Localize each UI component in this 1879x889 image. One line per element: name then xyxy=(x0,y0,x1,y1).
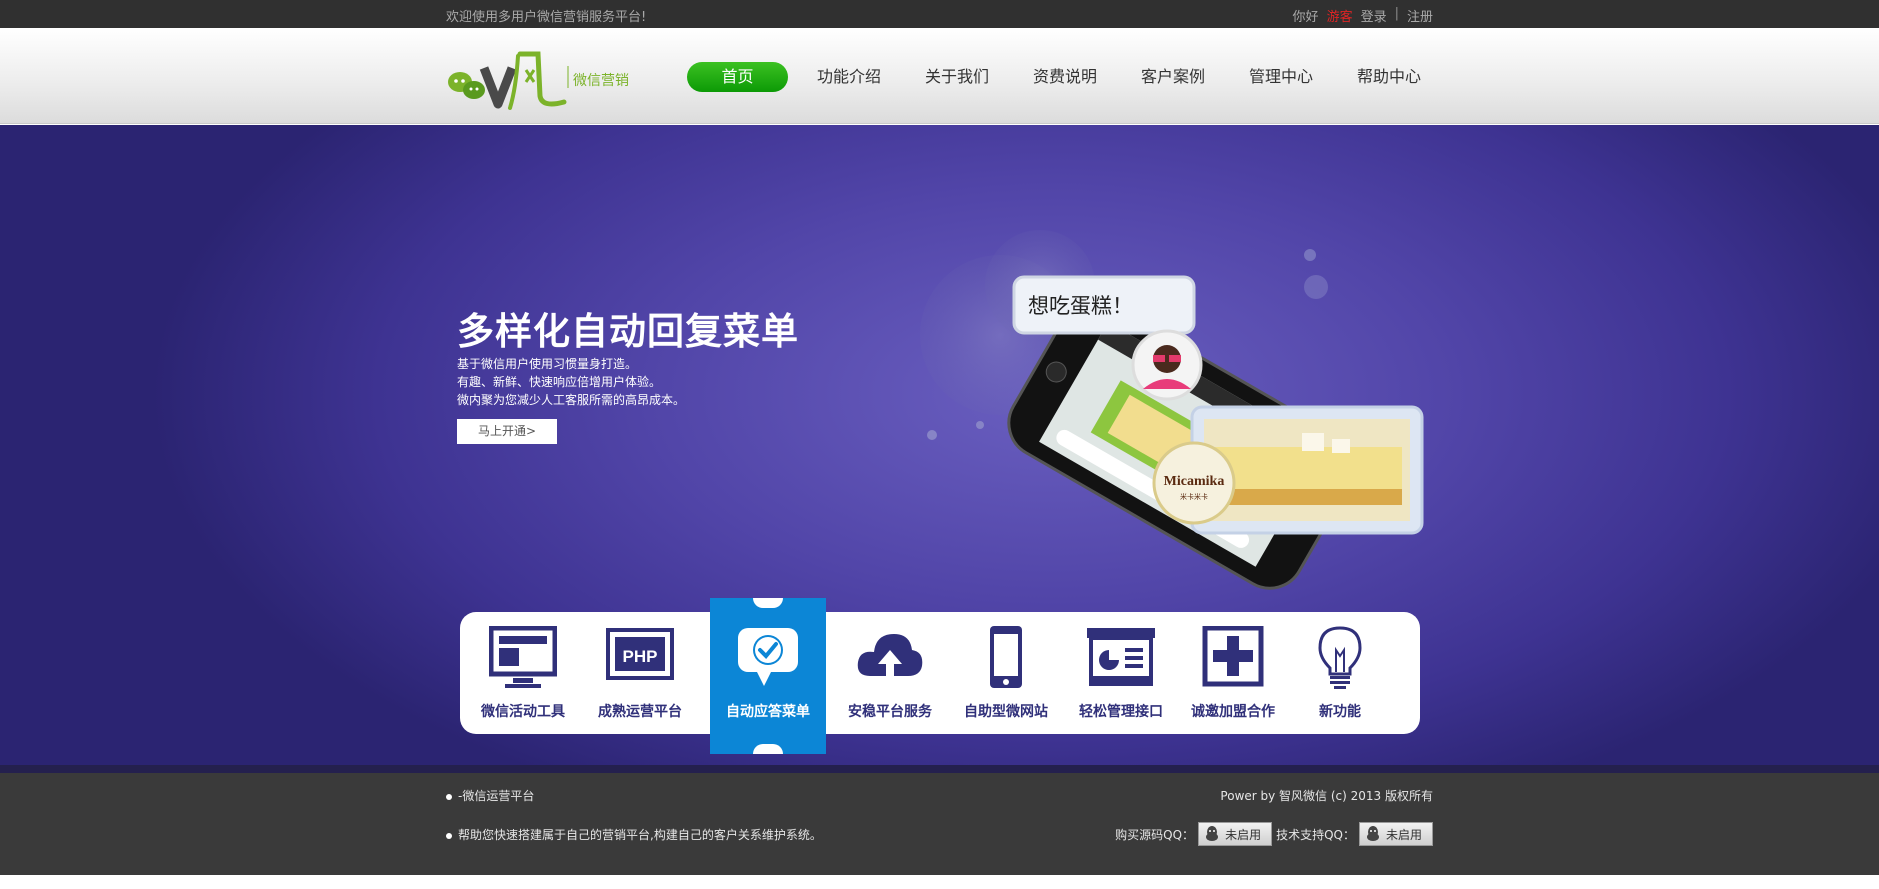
feature-label: 成熟运营平台 xyxy=(598,704,682,720)
user-links: 你好 游客 登录 | 注册 xyxy=(1293,6,1433,25)
footer-line: -微信运营平台 xyxy=(446,787,534,804)
buy-qq-label: 购买源码QQ： xyxy=(1115,827,1195,842)
brand-badge-text: Micamika xyxy=(1164,474,1225,489)
cloud-upload-icon xyxy=(857,634,923,676)
tech-qq-button[interactable]: 未启用 xyxy=(1358,822,1433,846)
qq-status: 未启用 xyxy=(1385,827,1422,842)
open-now-button[interactable]: 马上开通> xyxy=(457,419,557,444)
feature-item[interactable]: 新功能 xyxy=(1282,612,1398,734)
notch-bottom xyxy=(753,744,783,754)
footer-divider xyxy=(0,765,1879,773)
nav-features[interactable]: 功能介绍 xyxy=(795,62,903,92)
logo-text: 微信营销 xyxy=(573,73,629,89)
qq-penguin-icon xyxy=(1366,826,1379,841)
nav-pricing[interactable]: 资费说明 xyxy=(1011,62,1119,92)
nav-help[interactable]: 帮助中心 xyxy=(1335,62,1443,92)
register-link[interactable]: 注册 xyxy=(1407,6,1433,25)
hero-desc-line: 基于微信用户使用习惯量身打造。 xyxy=(457,357,638,371)
feature-item[interactable]: 诚邀加盟合作 xyxy=(1175,612,1291,734)
qq-penguin-icon xyxy=(1206,826,1219,841)
feature-label: 诚邀加盟合作 xyxy=(1191,704,1275,720)
decor-bubble xyxy=(1304,275,1328,299)
hero-title: 多样化自动回复菜单 xyxy=(457,310,799,353)
hero-desc-line: 微内聚为您减少人工客服所需的高昂成本。 xyxy=(457,393,686,407)
chat-bubble-text: 想吃蛋糕！ xyxy=(1028,295,1133,318)
top-bar: 欢迎使用多用户微信营销服务平台! 你好 游客 登录 | 注册 xyxy=(0,0,1879,28)
feature-item[interactable]: PHP 成熟运营平台 xyxy=(582,612,698,734)
decor-bubble xyxy=(927,430,937,440)
page-bottom xyxy=(0,875,1879,889)
feature-item[interactable]: 安稳平台服务 xyxy=(832,612,948,734)
guest-label: 游客 xyxy=(1326,10,1353,25)
brand-badge: Micamika 米卡米卡 xyxy=(1152,441,1236,525)
qq-contacts: 购买源码QQ： 未启用 技术支持QQ： 未启用 xyxy=(1115,822,1433,846)
footer-text: 帮助您快速搭建属于自己的营销平台,构建自己的客户关系维护系统。 xyxy=(458,828,822,842)
decor-bubble xyxy=(976,421,984,429)
separator: | xyxy=(1394,6,1399,21)
hero-banner: 多样化自动回复菜单 基于微信用户使用习惯量身打造。 有趣、新鲜、快速响应倍增用户… xyxy=(0,125,1879,765)
site-footer: -微信运营平台 帮助您快速搭建属于自己的营销平台,构建自己的客户关系维护系统。 … xyxy=(0,773,1879,875)
footer-line: 帮助您快速搭建属于自己的营销平台,构建自己的客户关系维护系统。 xyxy=(446,826,822,843)
bullet-icon xyxy=(446,832,452,839)
site-header: 微信营销 首页 功能介绍 关于我们 资费说明 客户案例 管理中心 帮助中心 xyxy=(0,28,1879,124)
feature-item[interactable]: 轻松管理接口 xyxy=(1063,612,1179,734)
bullet-icon xyxy=(446,793,452,800)
monitor-icon xyxy=(489,626,557,688)
php-icon: PHP xyxy=(606,628,674,680)
brand-badge-sub: 米卡米卡 xyxy=(1180,492,1208,501)
feature-strip: 微信活动工具 PHP 成熟运营平台 自动应答菜单 安稳平台服务 自助型微网站 轻… xyxy=(460,598,1420,754)
nav-cases[interactable]: 客户案例 xyxy=(1119,62,1227,92)
lightbulb-icon xyxy=(1318,626,1362,689)
hero-desc-line: 有趣、新鲜、快速响应倍增用户体验。 xyxy=(457,375,662,389)
footer-text: -微信运营平台 xyxy=(458,789,535,803)
notch-top xyxy=(753,598,783,608)
chat-bubble: 想吃蛋糕！ xyxy=(1012,275,1196,335)
phone-illustration: 想吃蛋糕！ Micamika 米卡米卡 xyxy=(920,230,1424,590)
welcome-text: 欢迎使用多用户微信营销服务平台! xyxy=(446,10,647,25)
feature-item[interactable]: 微信活动工具 xyxy=(465,612,581,734)
mobile-phone-icon xyxy=(990,626,1022,688)
decor-bubble xyxy=(1304,249,1316,261)
site-logo[interactable]: 微信营销 xyxy=(446,48,646,114)
feature-label: 安稳平台服务 xyxy=(848,704,932,720)
feature-item-active[interactable]: 自动应答菜单 xyxy=(710,598,826,754)
hello-text: 你好 xyxy=(1292,10,1319,25)
feature-item[interactable]: 自助型微网站 xyxy=(948,612,1064,734)
copyright: Power by 智风微信 (c) 2013 版权所有 xyxy=(1220,789,1433,803)
nav-admin[interactable]: 管理中心 xyxy=(1227,62,1335,92)
buy-qq-button[interactable]: 未启用 xyxy=(1198,822,1273,846)
hero-description: 基于微信用户使用习惯量身打造。 有趣、新鲜、快速响应倍增用户体验。 微内聚为您减… xyxy=(457,355,685,409)
dashboard-icon xyxy=(1087,628,1155,686)
feature-label: 自助型微网站 xyxy=(964,704,1048,720)
feature-label: 新功能 xyxy=(1319,704,1361,720)
plus-icon xyxy=(1202,626,1264,687)
chat-check-icon xyxy=(738,628,798,686)
feature-label: 自动应答菜单 xyxy=(726,704,810,720)
feature-label: 轻松管理接口 xyxy=(1079,704,1163,720)
qq-status: 未启用 xyxy=(1225,827,1262,842)
login-link[interactable]: 登录 xyxy=(1361,6,1387,25)
feature-label: 微信活动工具 xyxy=(481,704,565,720)
nav-home[interactable]: 首页 xyxy=(687,62,788,92)
php-icon-text: PHP xyxy=(623,647,658,666)
main-nav: 首页 功能介绍 关于我们 资费说明 客户案例 管理中心 帮助中心 xyxy=(687,62,1443,92)
avatar xyxy=(1131,329,1203,401)
nav-about[interactable]: 关于我们 xyxy=(903,62,1011,92)
tech-qq-label: 技术支持QQ： xyxy=(1276,827,1355,842)
